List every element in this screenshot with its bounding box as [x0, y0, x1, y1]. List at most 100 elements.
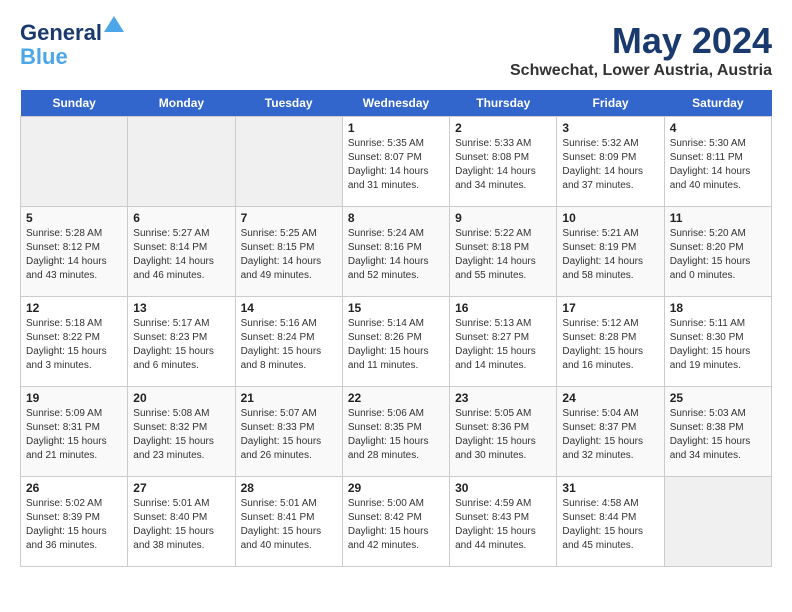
week-row-1: 1 Sunrise: 5:35 AMSunset: 8:07 PMDayligh… — [21, 117, 772, 207]
day-number: 11 — [670, 211, 766, 225]
calendar-cell: 21 Sunrise: 5:07 AMSunset: 8:33 PMDaylig… — [235, 387, 342, 477]
logo-general: General — [20, 20, 102, 45]
week-row-3: 12 Sunrise: 5:18 AMSunset: 8:22 PMDaylig… — [21, 297, 772, 387]
day-number: 27 — [133, 481, 229, 495]
day-number: 26 — [26, 481, 122, 495]
day-info: Sunrise: 5:00 AMSunset: 8:42 PMDaylight:… — [348, 497, 444, 553]
day-info: Sunrise: 5:02 AMSunset: 8:39 PMDaylight:… — [26, 497, 122, 553]
day-number: 16 — [455, 301, 551, 315]
header-saturday: Saturday — [664, 90, 771, 117]
header-row: Sunday Monday Tuesday Wednesday Thursday… — [21, 90, 772, 117]
day-info: Sunrise: 5:35 AMSunset: 8:07 PMDaylight:… — [348, 137, 444, 193]
calendar-cell: 22 Sunrise: 5:06 AMSunset: 8:35 PMDaylig… — [342, 387, 449, 477]
logo-triangle-icon — [104, 16, 124, 32]
calendar-cell: 4 Sunrise: 5:30 AMSunset: 8:11 PMDayligh… — [664, 117, 771, 207]
day-info: Sunrise: 5:11 AMSunset: 8:30 PMDaylight:… — [670, 317, 766, 373]
day-info: Sunrise: 5:24 AMSunset: 8:16 PMDaylight:… — [348, 227, 444, 283]
week-row-2: 5 Sunrise: 5:28 AMSunset: 8:12 PMDayligh… — [21, 207, 772, 297]
logo: General Blue — [20, 20, 102, 70]
day-number: 8 — [348, 211, 444, 225]
calendar-cell: 26 Sunrise: 5:02 AMSunset: 8:39 PMDaylig… — [21, 477, 128, 567]
calendar-cell: 19 Sunrise: 5:09 AMSunset: 8:31 PMDaylig… — [21, 387, 128, 477]
day-number: 21 — [241, 391, 337, 405]
calendar-cell: 20 Sunrise: 5:08 AMSunset: 8:32 PMDaylig… — [128, 387, 235, 477]
calendar-cell: 29 Sunrise: 5:00 AMSunset: 8:42 PMDaylig… — [342, 477, 449, 567]
calendar-cell: 28 Sunrise: 5:01 AMSunset: 8:41 PMDaylig… — [235, 477, 342, 567]
day-info: Sunrise: 4:59 AMSunset: 8:43 PMDaylight:… — [455, 497, 551, 553]
main-title: May 2024 — [510, 20, 772, 62]
day-number: 22 — [348, 391, 444, 405]
day-info: Sunrise: 5:07 AMSunset: 8:33 PMDaylight:… — [241, 407, 337, 463]
calendar-cell: 10 Sunrise: 5:21 AMSunset: 8:19 PMDaylig… — [557, 207, 664, 297]
day-number: 29 — [348, 481, 444, 495]
day-info: Sunrise: 5:32 AMSunset: 8:09 PMDaylight:… — [562, 137, 658, 193]
calendar-cell — [235, 117, 342, 207]
calendar-cell: 13 Sunrise: 5:17 AMSunset: 8:23 PMDaylig… — [128, 297, 235, 387]
week-row-5: 26 Sunrise: 5:02 AMSunset: 8:39 PMDaylig… — [21, 477, 772, 567]
day-info: Sunrise: 5:33 AMSunset: 8:08 PMDaylight:… — [455, 137, 551, 193]
day-number: 14 — [241, 301, 337, 315]
day-number: 24 — [562, 391, 658, 405]
day-number: 4 — [670, 121, 766, 135]
calendar-cell: 1 Sunrise: 5:35 AMSunset: 8:07 PMDayligh… — [342, 117, 449, 207]
day-info: Sunrise: 5:13 AMSunset: 8:27 PMDaylight:… — [455, 317, 551, 373]
calendar-cell: 2 Sunrise: 5:33 AMSunset: 8:08 PMDayligh… — [450, 117, 557, 207]
calendar-cell: 30 Sunrise: 4:59 AMSunset: 8:43 PMDaylig… — [450, 477, 557, 567]
calendar-cell: 7 Sunrise: 5:25 AMSunset: 8:15 PMDayligh… — [235, 207, 342, 297]
day-info: Sunrise: 5:28 AMSunset: 8:12 PMDaylight:… — [26, 227, 122, 283]
day-number: 2 — [455, 121, 551, 135]
day-info: Sunrise: 5:27 AMSunset: 8:14 PMDaylight:… — [133, 227, 229, 283]
day-number: 3 — [562, 121, 658, 135]
day-info: Sunrise: 5:08 AMSunset: 8:32 PMDaylight:… — [133, 407, 229, 463]
day-number: 17 — [562, 301, 658, 315]
day-info: Sunrise: 5:16 AMSunset: 8:24 PMDaylight:… — [241, 317, 337, 373]
day-info: Sunrise: 5:30 AMSunset: 8:11 PMDaylight:… — [670, 137, 766, 193]
day-number: 19 — [26, 391, 122, 405]
calendar-cell — [128, 117, 235, 207]
header-wednesday: Wednesday — [342, 90, 449, 117]
day-number: 5 — [26, 211, 122, 225]
day-number: 10 — [562, 211, 658, 225]
calendar-cell: 8 Sunrise: 5:24 AMSunset: 8:16 PMDayligh… — [342, 207, 449, 297]
day-number: 25 — [670, 391, 766, 405]
day-number: 23 — [455, 391, 551, 405]
calendar-cell: 5 Sunrise: 5:28 AMSunset: 8:12 PMDayligh… — [21, 207, 128, 297]
calendar-cell: 12 Sunrise: 5:18 AMSunset: 8:22 PMDaylig… — [21, 297, 128, 387]
header-sunday: Sunday — [21, 90, 128, 117]
day-info: Sunrise: 5:12 AMSunset: 8:28 PMDaylight:… — [562, 317, 658, 373]
calendar-cell: 27 Sunrise: 5:01 AMSunset: 8:40 PMDaylig… — [128, 477, 235, 567]
day-info: Sunrise: 5:01 AMSunset: 8:40 PMDaylight:… — [133, 497, 229, 553]
page-header: General Blue May 2024 Schwechat, Lower A… — [20, 20, 772, 80]
day-number: 12 — [26, 301, 122, 315]
day-info: Sunrise: 5:25 AMSunset: 8:15 PMDaylight:… — [241, 227, 337, 283]
day-number: 15 — [348, 301, 444, 315]
day-number: 28 — [241, 481, 337, 495]
day-info: Sunrise: 5:06 AMSunset: 8:35 PMDaylight:… — [348, 407, 444, 463]
day-number: 7 — [241, 211, 337, 225]
header-tuesday: Tuesday — [235, 90, 342, 117]
calendar-cell: 24 Sunrise: 5:04 AMSunset: 8:37 PMDaylig… — [557, 387, 664, 477]
day-info: Sunrise: 5:09 AMSunset: 8:31 PMDaylight:… — [26, 407, 122, 463]
header-friday: Friday — [557, 90, 664, 117]
day-number: 1 — [348, 121, 444, 135]
calendar-cell: 14 Sunrise: 5:16 AMSunset: 8:24 PMDaylig… — [235, 297, 342, 387]
calendar-cell: 31 Sunrise: 4:58 AMSunset: 8:44 PMDaylig… — [557, 477, 664, 567]
day-info: Sunrise: 5:20 AMSunset: 8:20 PMDaylight:… — [670, 227, 766, 283]
calendar-table: Sunday Monday Tuesday Wednesday Thursday… — [20, 90, 772, 567]
calendar-cell: 9 Sunrise: 5:22 AMSunset: 8:18 PMDayligh… — [450, 207, 557, 297]
day-info: Sunrise: 5:17 AMSunset: 8:23 PMDaylight:… — [133, 317, 229, 373]
calendar-cell: 18 Sunrise: 5:11 AMSunset: 8:30 PMDaylig… — [664, 297, 771, 387]
day-number: 13 — [133, 301, 229, 315]
day-info: Sunrise: 5:04 AMSunset: 8:37 PMDaylight:… — [562, 407, 658, 463]
day-info: Sunrise: 5:05 AMSunset: 8:36 PMDaylight:… — [455, 407, 551, 463]
day-number: 18 — [670, 301, 766, 315]
calendar-cell: 25 Sunrise: 5:03 AMSunset: 8:38 PMDaylig… — [664, 387, 771, 477]
day-info: Sunrise: 5:18 AMSunset: 8:22 PMDaylight:… — [26, 317, 122, 373]
day-info: Sunrise: 5:03 AMSunset: 8:38 PMDaylight:… — [670, 407, 766, 463]
subtitle: Schwechat, Lower Austria, Austria — [510, 62, 772, 80]
calendar-cell — [664, 477, 771, 567]
calendar-cell: 6 Sunrise: 5:27 AMSunset: 8:14 PMDayligh… — [128, 207, 235, 297]
calendar-cell: 23 Sunrise: 5:05 AMSunset: 8:36 PMDaylig… — [450, 387, 557, 477]
calendar-cell — [21, 117, 128, 207]
calendar-cell: 16 Sunrise: 5:13 AMSunset: 8:27 PMDaylig… — [450, 297, 557, 387]
